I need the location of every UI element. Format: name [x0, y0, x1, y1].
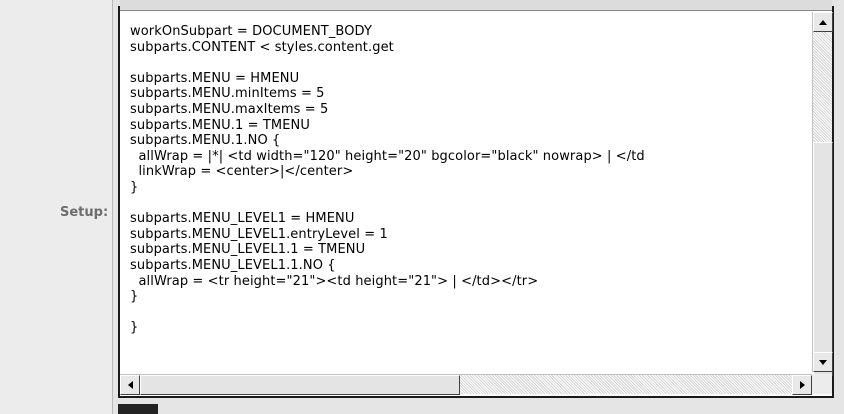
horizontal-scrollbar[interactable] — [120, 374, 812, 395]
code-line: subparts.MENU_LEVEL1 = HMENU — [130, 211, 355, 227]
vertical-scrollbar[interactable] — [812, 12, 833, 376]
scrollbar-corner — [812, 374, 832, 394]
arrow-up-icon — [819, 19, 827, 25]
arrow-down-icon — [819, 359, 827, 365]
code-lines: workOnSubpart = DOCUMENT_BODY subparts.CO… — [130, 24, 645, 336]
code-line: } — [130, 320, 139, 336]
scroll-right-button[interactable] — [792, 375, 812, 395]
code-line: subparts.MENU_LEVEL1.1 = TMENU — [130, 242, 366, 258]
code-line: workOnSubpart = DOCUMENT_BODY — [130, 24, 372, 39]
scroll-left-button[interactable] — [120, 375, 140, 395]
code-line: subparts.MENU_LEVEL1.1.NO { — [130, 257, 336, 273]
code-editor[interactable]: workOnSubpart = DOCUMENT_BODY subparts.CO… — [120, 12, 810, 370]
code-line: subparts.MENU.minItems = 5 — [130, 86, 325, 102]
code-line: subparts.CONTENT < styles.content.get — [130, 39, 394, 55]
code-line: allWrap = |*| <td width="120" height="20… — [130, 148, 645, 164]
code-line: subparts.MENU.1.NO { — [130, 133, 281, 149]
previous-field-remnant — [120, 0, 832, 11]
code-line: allWrap = <tr height="21"><td height="21… — [130, 273, 539, 289]
arrow-right-icon — [799, 381, 805, 389]
code-line: subparts.MENU.maxItems = 5 — [130, 101, 329, 117]
vertical-scroll-thumb[interactable] — [813, 142, 833, 376]
horizontal-scroll-thumb[interactable] — [140, 375, 460, 395]
arrow-left-icon — [127, 381, 133, 389]
setup-label: Setup: — [60, 205, 109, 220]
code-line: subparts.MENU.1 = TMENU — [130, 117, 310, 133]
code-line: subparts.MENU = HMENU — [130, 70, 300, 86]
scroll-up-button[interactable] — [813, 12, 833, 32]
code-line: } — [130, 289, 139, 305]
next-field-remnant — [118, 404, 158, 414]
scroll-down-button[interactable] — [813, 352, 833, 372]
code-line: subparts.MENU_LEVEL1.entryLevel = 1 — [130, 226, 388, 242]
code-line: linkWrap = <center>|</center> — [130, 164, 354, 180]
code-line: } — [130, 179, 139, 195]
